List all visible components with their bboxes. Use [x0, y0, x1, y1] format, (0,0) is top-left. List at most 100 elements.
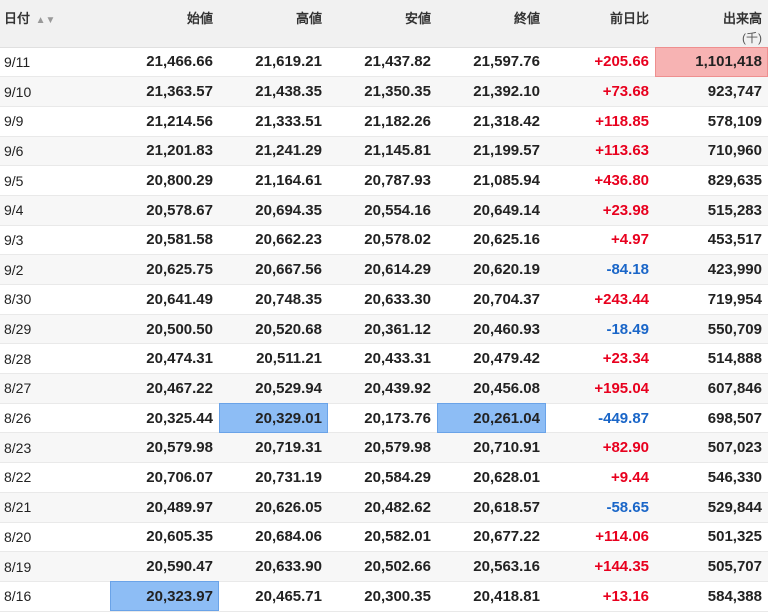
cell-close: 20,460.93	[437, 314, 546, 345]
cell-high: 21,333.51	[219, 106, 328, 137]
cell-low: 21,145.81	[328, 136, 437, 167]
cell-low: 20,579.98	[328, 432, 437, 464]
cell-high: 20,511.21	[219, 343, 328, 375]
sort-icon[interactable]: ▲▼	[36, 15, 56, 26]
cell-open: 20,590.47	[110, 551, 219, 582]
table-row: 8/26 20,325.44 20,329.01 20,173.76 20,261.04…	[0, 403, 768, 434]
cell-open: 20,325.44	[110, 403, 219, 434]
stock-price-table: 日付 ▲▼ 始値 高値 安値 終値 前日比 出来高 (千) 9/11 21,466…	[0, 0, 768, 612]
cell-volume: 453,517	[655, 225, 768, 256]
cell-open: 20,581.58	[110, 225, 219, 256]
table-row: 9/6 21,201.83 21,241.29 21,145.81 21,199.57 +…	[0, 136, 768, 167]
column-header-high[interactable]: 高値	[219, 0, 328, 48]
cell-close: 20,625.16	[437, 225, 546, 256]
cell-date: 8/16	[0, 581, 110, 612]
cell-high: 20,748.35	[219, 284, 328, 315]
cell-close: 20,628.01	[437, 462, 546, 493]
cell-low: 20,554.16	[328, 195, 437, 226]
table-header: 日付 ▲▼ 始値 高値 安値 終値 前日比 出来高 (千)	[0, 0, 768, 48]
cell-change: +195.04	[546, 373, 655, 404]
table-body: 9/11 21,466.66 21,619.21 21,437.82 21,597.76…	[0, 47, 768, 612]
cell-open: 20,605.35	[110, 522, 219, 553]
cell-change: +23.98	[546, 195, 655, 226]
cell-high: 21,438.35	[219, 76, 328, 107]
cell-close: 20,618.57	[437, 492, 546, 523]
cell-low: 20,582.01	[328, 522, 437, 553]
column-header-low[interactable]: 安値	[328, 0, 437, 48]
cell-high: 21,164.61	[219, 165, 328, 196]
cell-low: 21,350.35	[328, 76, 437, 107]
cell-change: +82.90	[546, 432, 655, 464]
table-row: 9/4 20,578.67 20,694.35 20,554.16 20,649.14 +…	[0, 195, 768, 226]
cell-low: 20,482.62	[328, 492, 437, 523]
cell-change: +73.68	[546, 76, 655, 107]
table-row: 8/19 20,590.47 20,633.90 20,502.66 20,563.16…	[0, 551, 768, 582]
cell-close: 20,479.42	[437, 343, 546, 375]
column-header-date[interactable]: 日付 ▲▼	[0, 0, 110, 48]
column-header-date-label: 日付	[4, 11, 31, 26]
cell-volume: 607,846	[655, 373, 768, 404]
cell-open: 20,800.29	[110, 165, 219, 196]
cell-close: 20,620.19	[437, 254, 546, 285]
cell-date: 9/6	[0, 136, 110, 167]
column-header-close[interactable]: 終値	[437, 0, 546, 48]
cell-open: 20,579.98	[110, 432, 219, 464]
cell-date: 8/20	[0, 522, 110, 553]
cell-close: 21,392.10	[437, 76, 546, 107]
cell-volume: 515,283	[655, 195, 768, 226]
cell-low: 21,437.82	[328, 47, 437, 78]
cell-open: 20,323.97	[110, 581, 219, 612]
cell-date: 8/21	[0, 492, 110, 523]
cell-high: 20,633.90	[219, 551, 328, 582]
column-header-change[interactable]: 前日比	[546, 0, 655, 48]
cell-open: 21,363.57	[110, 76, 219, 107]
table-row: 9/5 20,800.29 21,164.61 20,787.93 21,085.94 +…	[0, 165, 768, 196]
cell-change: -58.65	[546, 492, 655, 523]
cell-close: 20,677.22	[437, 522, 546, 553]
table-row: 9/9 21,214.56 21,333.51 21,182.26 21,318.42 +…	[0, 106, 768, 137]
cell-close: 20,418.81	[437, 581, 546, 612]
cell-high: 20,719.31	[219, 432, 328, 464]
cell-high: 20,329.01	[219, 403, 328, 434]
cell-close: 20,704.37	[437, 284, 546, 315]
column-header-open[interactable]: 始値	[110, 0, 219, 48]
cell-close: 20,710.91	[437, 432, 546, 464]
cell-open: 20,578.67	[110, 195, 219, 226]
cell-volume: 423,990	[655, 254, 768, 285]
cell-volume: 514,888	[655, 343, 768, 375]
cell-open: 21,201.83	[110, 136, 219, 167]
cell-open: 20,625.75	[110, 254, 219, 285]
cell-high: 20,520.68	[219, 314, 328, 345]
cell-low: 20,361.12	[328, 314, 437, 345]
cell-change: -449.87	[546, 403, 655, 434]
table-row: 8/23 20,579.98 20,719.31 20,579.98 20,710.91…	[0, 432, 768, 464]
table-row: 8/21 20,489.97 20,626.05 20,482.62 20,618.57…	[0, 492, 768, 523]
cell-low: 20,502.66	[328, 551, 437, 582]
table-row: 9/3 20,581.58 20,662.23 20,578.02 20,625.16 +…	[0, 225, 768, 256]
cell-change: -18.49	[546, 314, 655, 345]
cell-date: 9/3	[0, 225, 110, 256]
cell-date: 9/5	[0, 165, 110, 196]
table-row: 9/11 21,466.66 21,619.21 21,437.82 21,597.76…	[0, 47, 768, 78]
cell-low: 20,614.29	[328, 254, 437, 285]
table-row: 8/27 20,467.22 20,529.94 20,439.92 20,456.08…	[0, 373, 768, 404]
cell-volume: 829,635	[655, 165, 768, 196]
cell-open: 21,466.66	[110, 47, 219, 78]
cell-open: 20,474.31	[110, 343, 219, 375]
cell-change: +13.16	[546, 581, 655, 612]
cell-date: 8/23	[0, 432, 110, 464]
cell-high: 20,626.05	[219, 492, 328, 523]
cell-close: 21,085.94	[437, 165, 546, 196]
cell-change: +114.06	[546, 522, 655, 553]
cell-close: 21,318.42	[437, 106, 546, 137]
cell-high: 20,684.06	[219, 522, 328, 553]
cell-low: 20,578.02	[328, 225, 437, 256]
cell-open: 20,489.97	[110, 492, 219, 523]
cell-date: 8/22	[0, 462, 110, 493]
column-header-volume[interactable]: 出来高 (千)	[655, 0, 768, 48]
cell-date: 9/9	[0, 106, 110, 137]
cell-close: 20,261.04	[437, 403, 546, 434]
cell-volume: 501,325	[655, 522, 768, 553]
cell-high: 20,465.71	[219, 581, 328, 612]
cell-volume: 507,023	[655, 432, 768, 464]
